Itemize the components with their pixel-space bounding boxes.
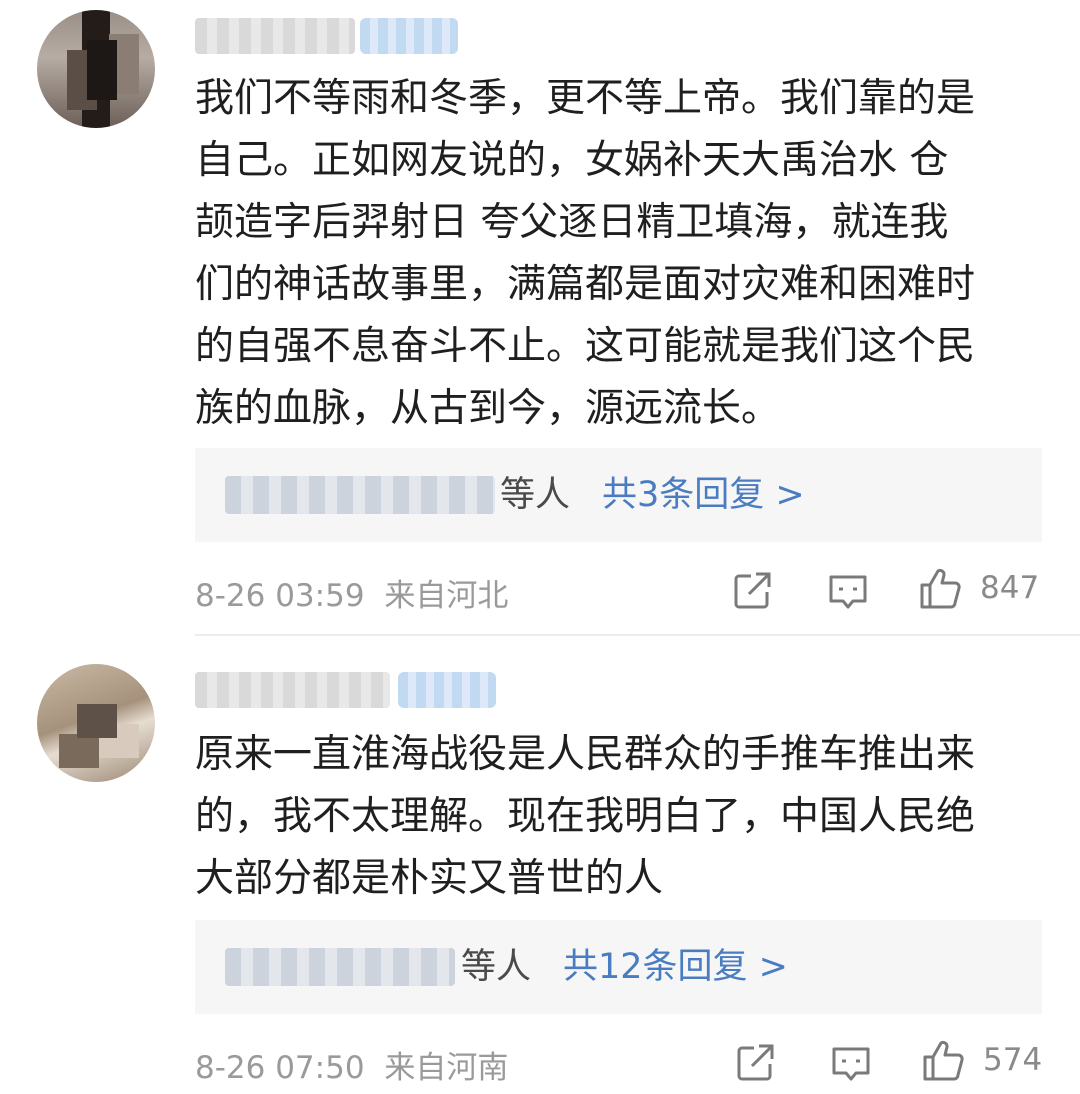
comment-text-line: 颉造字后羿射日 夸父逐日精卫填海，就连我: [195, 200, 949, 245]
comment-text-line: 的自强不息奋斗不止。这可能就是我们这个民: [195, 324, 976, 369]
thumbs-up-icon[interactable]: [921, 1038, 965, 1082]
thumbs-up-icon[interactable]: [918, 566, 962, 610]
comment-text-line: 们的神话故事里，满篇都是面对灾难和困难时: [195, 262, 976, 307]
comment-text: 我们不等雨和冬季，更不等上帝。我们靠的是 自己。正如网友说的，女娲补天大禹治水 …: [195, 68, 1045, 440]
comment-time: 8-26 07:50: [195, 1050, 365, 1086]
user-avatar[interactable]: [37, 10, 155, 128]
comment-icon[interactable]: [826, 569, 870, 613]
comment-text-line: 原来一直淮海战役是人民群众的手推车推出来: [195, 732, 976, 777]
share-icon[interactable]: [731, 568, 775, 612]
reply-suffix: 等人: [500, 475, 571, 515]
reply-preview[interactable]: 等人 共12条回复 >: [195, 920, 1042, 1014]
view-replies-link[interactable]: 共3条回复 >: [602, 448, 805, 542]
comment-text-line: 族的血脉，从古到今，源远流长。: [195, 386, 781, 431]
reply-suffix: 等人: [461, 947, 532, 987]
share-icon[interactable]: [734, 1040, 778, 1084]
comment-item: 原来一直淮海战役是人民群众的手推车推出来 的，我不太理解。现在我明白了，中国人民…: [0, 636, 1080, 1094]
comment-text-line: 的，我不太理解。现在我明白了，中国人民绝: [195, 794, 976, 839]
reply-preview[interactable]: 等人 共3条回复 >: [195, 448, 1042, 542]
like-count: 574: [983, 1042, 1043, 1078]
comment-text-line: 我们不等雨和冬季，更不等上帝。我们靠的是: [195, 76, 976, 121]
comment-icon[interactable]: [829, 1041, 873, 1085]
comment-meta: 8-26 03:59 来自河北: [195, 570, 508, 615]
comment-item: 我们不等雨和冬季，更不等上帝。我们靠的是 自己。正如网友说的，女娲补天大禹治水 …: [0, 0, 1080, 636]
username-blurred[interactable]: [195, 672, 390, 708]
user-badge-blurred: [398, 672, 496, 708]
comment-text-line: 大部分都是朴实又普世的人: [195, 856, 664, 901]
replier-names-blurred: [225, 476, 495, 514]
comment-time: 8-26 03:59: [195, 578, 365, 614]
comment-location: 来自河南: [384, 1050, 509, 1086]
comment-meta: 8-26 07:50 来自河南: [195, 1042, 508, 1087]
username-blurred[interactable]: [195, 18, 355, 54]
comment-location: 来自河北: [384, 578, 509, 614]
like-count: 847: [980, 570, 1040, 606]
view-replies-link[interactable]: 共12条回复 >: [563, 920, 788, 1014]
comment-text: 原来一直淮海战役是人民群众的手推车推出来 的，我不太理解。现在我明白了，中国人民…: [195, 724, 1045, 910]
user-avatar[interactable]: [37, 664, 155, 782]
user-badge-blurred: [360, 18, 458, 54]
comment-text-line: 自己。正如网友说的，女娲补天大禹治水 仓: [195, 138, 949, 183]
replier-names-blurred: [225, 948, 455, 986]
